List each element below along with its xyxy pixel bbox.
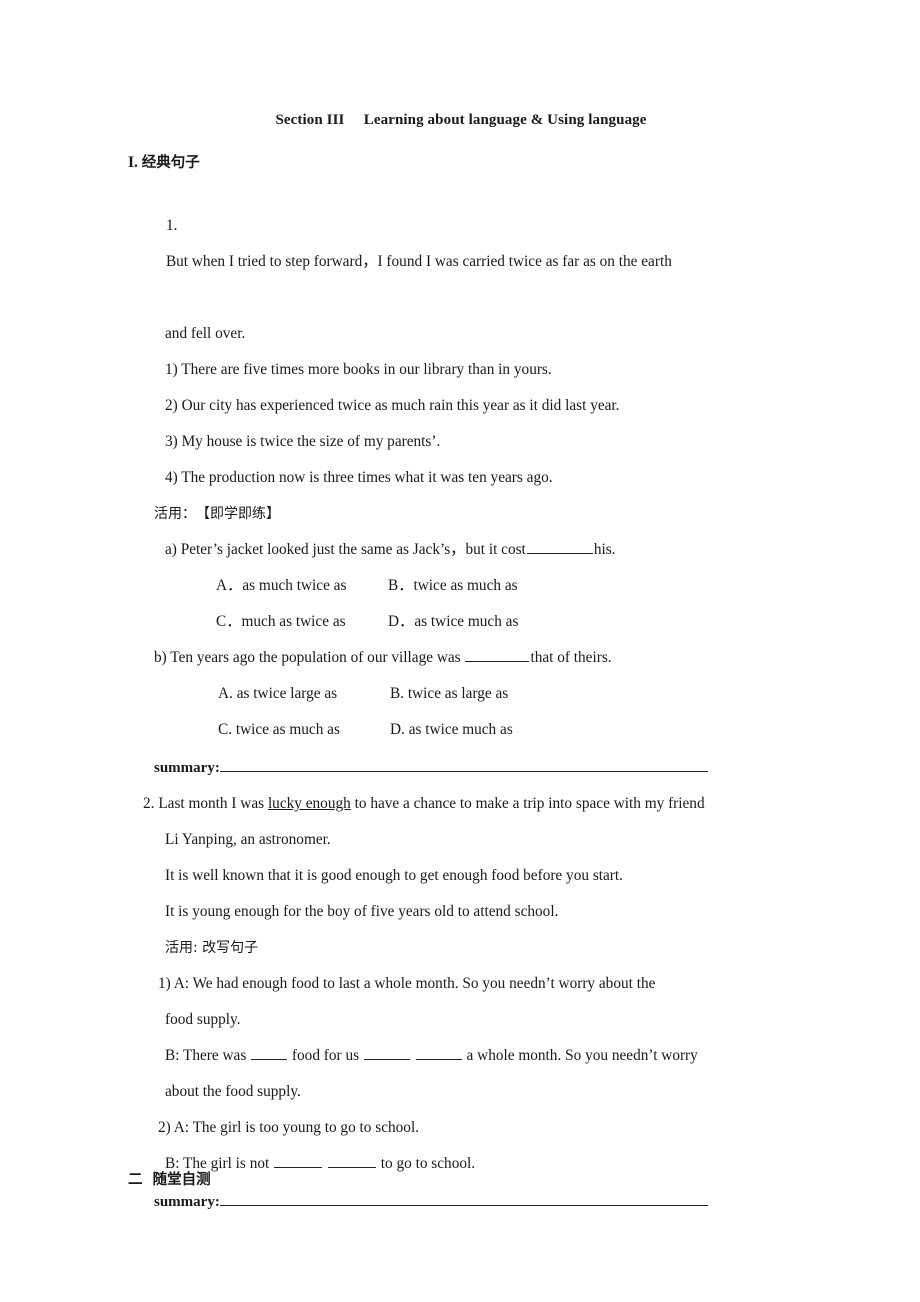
item-1-number: 1.: [165, 217, 178, 234]
item-1-example-2: 2) Our city has experienced twice as muc…: [165, 397, 620, 414]
option-A-text: as much twice as: [242, 577, 347, 594]
option-C-text: much as twice as: [241, 613, 346, 630]
option-D-text: as twice much as: [408, 721, 513, 738]
question-a-blank[interactable]: [526, 539, 593, 554]
option-A-label: A．: [216, 577, 243, 594]
dialogue-1-b-mid-1: food for us: [288, 1047, 363, 1064]
item-2-underlined-phrase: lucky enough: [267, 795, 351, 812]
question-a-option-B[interactable]: B．twice as much as: [388, 577, 518, 594]
option-A-label: A.: [218, 685, 233, 702]
question-b-option-C[interactable]: C. twice as much as: [218, 712, 390, 748]
question-a-stem: a) Peter’s jacket looked just the same a…: [165, 532, 788, 568]
item-1-example-4: 4) The production now is three times wha…: [165, 469, 553, 486]
item-2-text-before: Last month I was: [158, 795, 268, 812]
question-a-option-A[interactable]: A．as much twice as: [216, 568, 388, 604]
dialogue-1-a-line-1: 1) A: We had enough food to last a whole…: [158, 975, 656, 992]
item-1-example-3: 3) My house is twice the size of my pare…: [165, 433, 441, 450]
item-2-line-2: Li Yanping, an astronomer.: [165, 831, 331, 848]
item-2-summary-label: summary:: [154, 1194, 220, 1210]
page-title: Section III Learning about language & Us…: [275, 112, 647, 128]
dialogue-2-b-suffix: to go to school.: [376, 1155, 476, 1172]
dialogue-1-b-line-2: about the food supply.: [165, 1083, 301, 1100]
section-2-heading: 二 随堂自测: [128, 1172, 211, 1188]
item-2-example-2: It is young enough for the boy of five y…: [165, 903, 559, 920]
item-1-line-1: 1. But when I tried to step forward，I fo…: [143, 172, 788, 316]
item-1-summary-label: summary:: [154, 760, 220, 776]
option-C-label: C.: [218, 721, 233, 738]
item-2-example-1: It is well known that it is good enough …: [165, 867, 623, 884]
question-a-option-D[interactable]: D．as twice much as: [388, 613, 518, 630]
dialogue-2-b-mid: [323, 1155, 327, 1172]
item-2-practice-label: 活用: 改写句子: [165, 940, 259, 956]
dialogue-2-blank-1[interactable]: [274, 1153, 323, 1168]
question-b-options-row-1: A. as twice large as B. twice as large as: [218, 676, 788, 712]
option-D-text: as twice much as: [414, 613, 519, 630]
item-1-line-2: and fell over.: [165, 325, 246, 342]
question-b-option-B[interactable]: B. twice as large as: [390, 685, 508, 702]
question-b-suffix: that of theirs.: [530, 649, 612, 666]
question-a-options-row-2: C．much as twice as D．as twice much as: [216, 604, 788, 640]
option-B-label: B.: [390, 685, 405, 702]
dialogue-2-b-line: B: The girl is not to go to school.: [165, 1146, 788, 1182]
question-a-suffix: his.: [593, 541, 616, 558]
option-C-label: C．: [216, 613, 242, 630]
item-2-number: 2.: [143, 795, 155, 812]
question-b-blank[interactable]: [465, 647, 530, 662]
question-a-option-C[interactable]: C．much as twice as: [216, 604, 388, 640]
dialogue-1-b-line-1: B: There was food for us a whole month. …: [165, 1038, 788, 1074]
dialogue-1-blank-2[interactable]: [363, 1045, 410, 1060]
item-1-summary-row: summary:: [154, 750, 788, 786]
document-page: Section III Learning about language & Us…: [0, 0, 920, 1302]
option-B-text: twice as large as: [407, 685, 509, 702]
question-b-option-D[interactable]: D. as twice much as: [390, 721, 513, 738]
option-B-label: B．: [388, 577, 414, 594]
question-a-prefix: a) Peter’s jacket looked just the same a…: [165, 541, 526, 558]
item-2-line-1: 2. Last month I was lucky enough to have…: [143, 786, 788, 822]
question-a-options-row-1: A．as much twice as B．twice as much as: [216, 568, 788, 604]
option-D-label: D．: [388, 613, 415, 630]
item-1-practice-label: 活用： 【即学即练】: [154, 506, 280, 522]
question-b-stem: b) Ten years ago the population of our v…: [154, 640, 788, 676]
item-2-text-after: to have a chance to make a trip into spa…: [350, 795, 705, 812]
dialogue-2-a-line: 2) A: The girl is too young to go to sch…: [158, 1119, 420, 1136]
item-1-summary-blank[interactable]: [219, 760, 708, 772]
document-body: Section III Learning about language & Us…: [128, 112, 788, 1220]
dialogue-1-b-mid-2: [411, 1047, 415, 1064]
question-b-prefix: b) Ten years ago the population of our v…: [154, 649, 465, 666]
question-b-options-row-2: C. twice as much as D. as twice much as: [218, 712, 788, 748]
section-1-heading: I. 经典句子: [128, 151, 788, 172]
item-1-text-1: But when I tried to step forward，I found…: [165, 253, 672, 270]
dialogue-1-blank-3[interactable]: [415, 1045, 462, 1060]
dialogue-1-b-prefix: B: There was: [165, 1047, 251, 1064]
option-A-text: as twice large as: [236, 685, 338, 702]
option-D-label: D.: [390, 721, 405, 738]
dialogue-1-a-line-2: food supply.: [165, 1011, 241, 1028]
option-B-text: twice as much as: [413, 577, 518, 594]
item-2-summary-blank[interactable]: [219, 1194, 708, 1206]
dialogue-2-blank-2[interactable]: [327, 1153, 376, 1168]
item-2-summary-row: summary:: [154, 1184, 788, 1220]
section-1-heading-label: 经典句子: [141, 155, 200, 171]
section-1-marker: I.: [128, 154, 138, 171]
dialogue-1-b-suffix: a whole month. So you needn’t worry: [462, 1047, 698, 1064]
option-C-text: twice as much as: [235, 721, 340, 738]
question-b-option-A[interactable]: A. as twice large as: [218, 676, 390, 712]
dialogue-1-blank-1[interactable]: [251, 1045, 288, 1060]
item-1-example-1: 1) There are five times more books in ou…: [165, 361, 552, 378]
